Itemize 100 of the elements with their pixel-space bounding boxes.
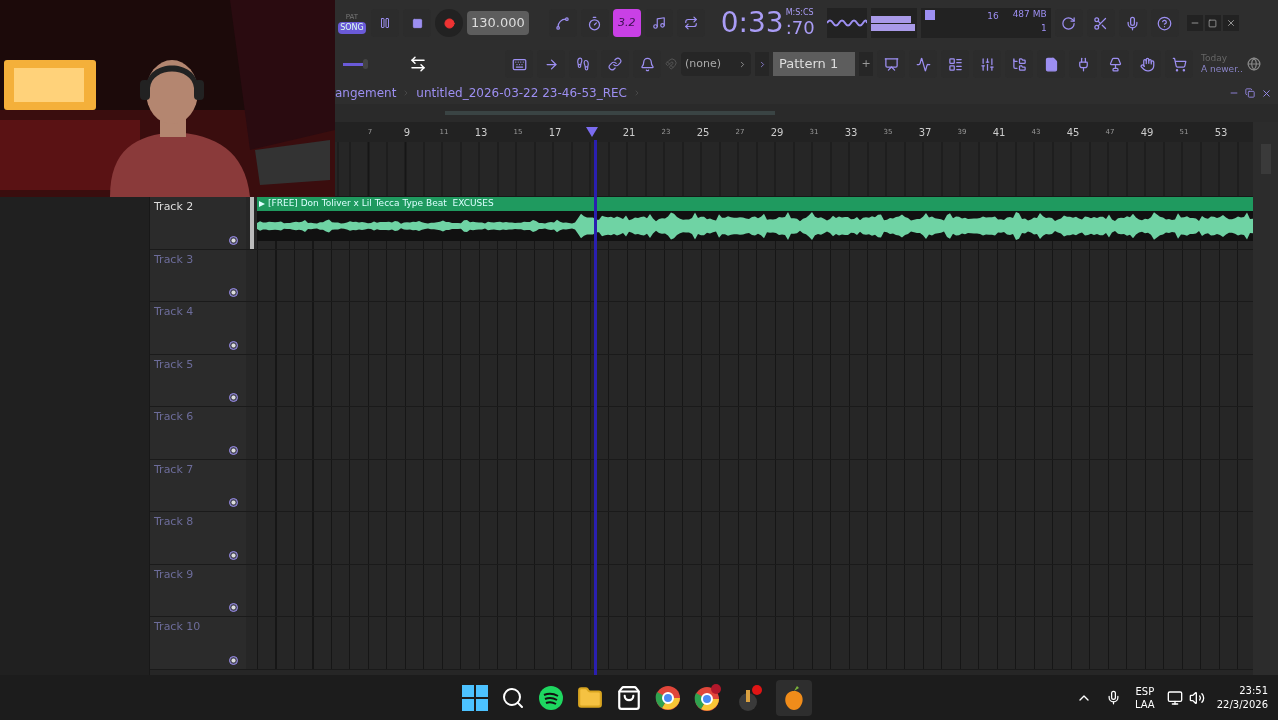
maximize-button[interactable] xyxy=(1204,15,1221,31)
pattern-selector[interactable]: Pattern 1 xyxy=(773,52,855,76)
network-icon[interactable] xyxy=(1166,689,1183,706)
audio-clip[interactable]: [FREE] Don Toliver x Lil Tecca Type Beat EXCUSES xyxy=(257,197,1253,241)
spline-icon xyxy=(555,15,571,31)
arrow-icon xyxy=(543,56,559,72)
browser-icon[interactable] xyxy=(694,683,722,712)
track-name: Track 8 xyxy=(154,514,195,530)
track-header[interactable]: Track 7 xyxy=(150,459,246,511)
microphone-icon[interactable] xyxy=(1105,690,1121,705)
track-name: Track 5 xyxy=(154,356,195,373)
track-handle[interactable] xyxy=(249,197,254,249)
record-button[interactable] xyxy=(435,9,463,37)
cpu-indicator xyxy=(924,10,935,20)
search-icon[interactable] xyxy=(501,685,525,710)
close-icon xyxy=(1225,18,1236,28)
snap-dropdown[interactable]: (none) xyxy=(681,52,751,76)
track-header[interactable]: Track 2 xyxy=(150,197,246,249)
timer-icon xyxy=(587,15,603,31)
bar-number: 33 xyxy=(844,125,858,140)
breadcrumb-item[interactable]: untitled_2026-03-22 23-46-53_REC xyxy=(416,84,627,102)
record-icon xyxy=(443,17,455,29)
microphone-icon xyxy=(1125,15,1141,31)
track-indicator-icon[interactable] xyxy=(229,498,238,507)
add-pattern-button[interactable]: + xyxy=(859,52,873,76)
track-name: Track 7 xyxy=(154,461,195,478)
clock-time[interactable]: 23:51 xyxy=(1239,683,1268,698)
maximize-icon xyxy=(1208,18,1218,28)
help-icon xyxy=(1157,15,1173,31)
track-header[interactable]: Track 3 xyxy=(150,249,246,301)
track-header[interactable]: Track 10 xyxy=(150,617,246,669)
close-button[interactable] xyxy=(1222,15,1239,31)
vertical-scrollbar[interactable] xyxy=(1253,197,1278,675)
close-icon xyxy=(1261,87,1272,99)
bar-number: 21 xyxy=(622,125,636,140)
restore-icon xyxy=(1245,88,1255,98)
bar-number: 17 xyxy=(548,125,562,140)
hint-text: A newer.. xyxy=(1201,64,1243,75)
active-app-tile[interactable] xyxy=(776,679,812,716)
track-indicator-icon[interactable] xyxy=(229,340,238,350)
bar-number: 45 xyxy=(1066,125,1080,140)
bar-number: 29 xyxy=(770,125,784,140)
track-indicator-icon[interactable] xyxy=(229,288,238,297)
bar-number: 37 xyxy=(918,125,932,140)
track-name: Track 2 xyxy=(154,199,195,215)
cart-icon xyxy=(1171,56,1187,72)
track-header[interactable]: Track 5 xyxy=(150,354,246,406)
play-arrow-icon xyxy=(259,201,265,207)
time-display: 0:33 xyxy=(720,8,784,38)
hand-icon xyxy=(1139,56,1155,72)
clock-date[interactable]: 22/3/2026 xyxy=(1216,697,1268,712)
track-indicator-icon[interactable] xyxy=(229,550,238,560)
tempo-field[interactable]: 130.000 xyxy=(467,11,529,35)
centiseconds-display: :70 xyxy=(785,17,815,38)
music-icon xyxy=(651,16,666,30)
store-icon[interactable] xyxy=(616,684,642,711)
windows-start-icon[interactable] xyxy=(462,684,488,711)
browser-icon[interactable] xyxy=(655,684,681,711)
track-header[interactable]: Track 9 xyxy=(150,564,246,616)
footprints-icon xyxy=(576,57,590,71)
folder-icon[interactable] xyxy=(577,684,603,711)
pause-icon xyxy=(379,17,391,29)
voice-count: 1 xyxy=(1040,21,1047,35)
list-icon xyxy=(947,56,963,72)
track-indicator-icon[interactable] xyxy=(229,445,238,455)
snap-button[interactable]: 3.2 xyxy=(612,9,641,37)
file-icon xyxy=(1043,56,1059,72)
stop-icon xyxy=(411,17,423,29)
track-name: Track 6 xyxy=(154,409,195,425)
bar-number: 9 xyxy=(403,125,411,140)
rotate-icon xyxy=(1061,15,1077,31)
volume-icon[interactable] xyxy=(1188,689,1205,706)
breadcrumb-item[interactable]: angement xyxy=(335,84,397,102)
link-icon xyxy=(608,57,622,71)
music-app-icon[interactable] xyxy=(538,684,564,711)
bar-number: 25 xyxy=(696,125,710,140)
track-name: Track 9 xyxy=(154,566,195,583)
globe-icon xyxy=(1246,57,1261,71)
track-indicator-icon[interactable] xyxy=(229,235,238,245)
sliders-icon xyxy=(979,56,995,72)
track-header[interactable]: Track 8 xyxy=(150,512,246,564)
song-mode-label: SONG xyxy=(338,22,366,35)
fruit-app-icon xyxy=(782,684,806,711)
loop-icon xyxy=(683,16,698,30)
memory-usage: 487 MB xyxy=(1012,8,1047,21)
track-name: Track 3 xyxy=(154,251,195,268)
language-indicator[interactable]: ESP xyxy=(1135,684,1155,698)
magnet-icon xyxy=(665,58,677,70)
track-name: Track 10 xyxy=(154,619,202,635)
track-indicator-icon[interactable] xyxy=(229,655,238,665)
clip-title: [FREE] Don Toliver x Lil Tecca Type Beat EXCUSES xyxy=(268,197,494,211)
resize-cursor-icon xyxy=(409,55,427,73)
playhead-marker-icon[interactable] xyxy=(586,127,598,137)
track-header[interactable]: Track 4 xyxy=(150,302,246,354)
keyboard-layout-indicator[interactable]: LAA xyxy=(1134,697,1155,711)
waveform-icon xyxy=(826,18,867,28)
track-indicator-icon[interactable] xyxy=(229,603,238,612)
bar-number: 41 xyxy=(992,125,1006,140)
track-indicator-icon[interactable] xyxy=(229,393,238,402)
track-header[interactable]: Track 6 xyxy=(150,407,246,459)
